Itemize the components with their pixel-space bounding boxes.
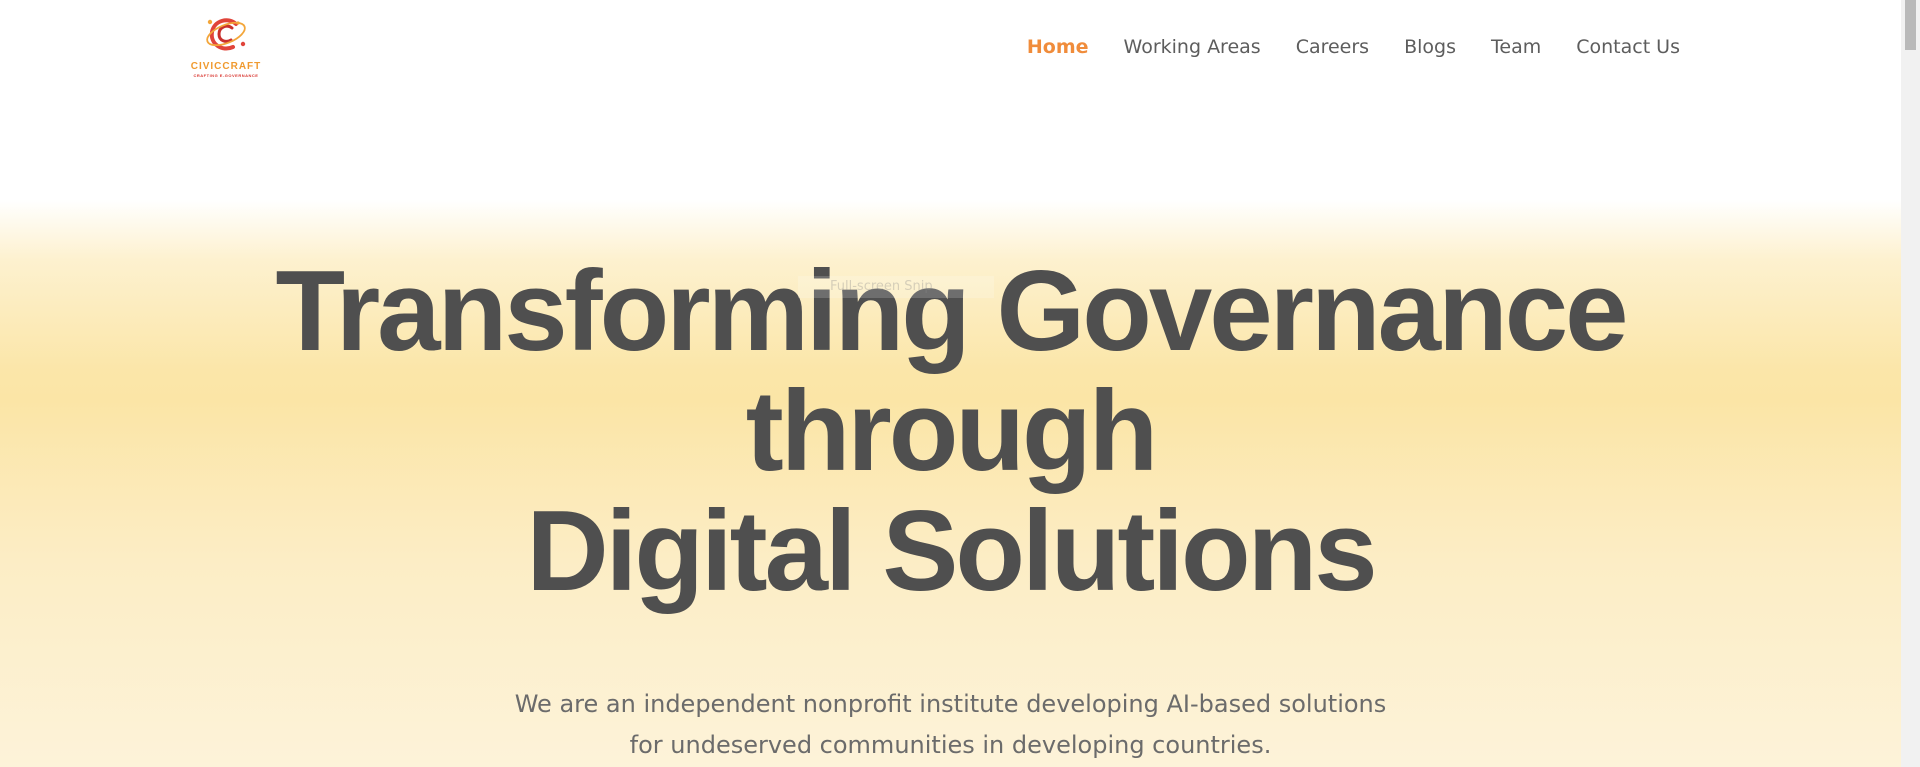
brand-logo[interactable]: CIVICCRAFT CRAFTING E-GOVERNANCE	[186, 14, 266, 80]
nav-item-careers[interactable]: Careers	[1296, 36, 1369, 58]
nav-item-working-areas[interactable]: Working Areas	[1124, 36, 1261, 58]
page-scrollbar[interactable]	[1901, 0, 1920, 767]
site-header: CIVICCRAFT CRAFTING E-GOVERNANCE Home Wo…	[0, 0, 1901, 100]
logo-orbit-icon	[206, 18, 246, 51]
nav-item-contact-us[interactable]: Contact Us	[1576, 36, 1680, 58]
hero-title-line: Digital Solutions	[526, 488, 1377, 615]
hero-subtitle-line: for undeserved communities in developing…	[629, 731, 1272, 759]
nav-item-home[interactable]: Home	[1027, 36, 1089, 58]
main-nav: Home Working Areas Careers Blogs Team Co…	[1027, 36, 1680, 58]
page: CIVICCRAFT CRAFTING E-GOVERNANCE Home Wo…	[0, 0, 1901, 767]
hero-title: Transforming Governance through Digital …	[0, 252, 1901, 612]
brand-tagline: CRAFTING E-GOVERNANCE	[193, 73, 259, 78]
hero-title-line: Transforming Governance	[275, 248, 1628, 375]
hero-subtitle: We are an independent nonprofit institut…	[0, 684, 1901, 766]
nav-item-team[interactable]: Team	[1491, 36, 1541, 58]
scrollbar-thumb[interactable]	[1905, 0, 1916, 50]
hero-title-line: through	[745, 368, 1159, 495]
snip-overlay-label: Full-screen Snip	[798, 276, 994, 298]
brand-name: CIVICCRAFT	[190, 61, 262, 72]
hero-subtitle-line: We are an independent nonprofit institut…	[514, 690, 1387, 718]
nav-item-blogs[interactable]: Blogs	[1404, 36, 1456, 58]
